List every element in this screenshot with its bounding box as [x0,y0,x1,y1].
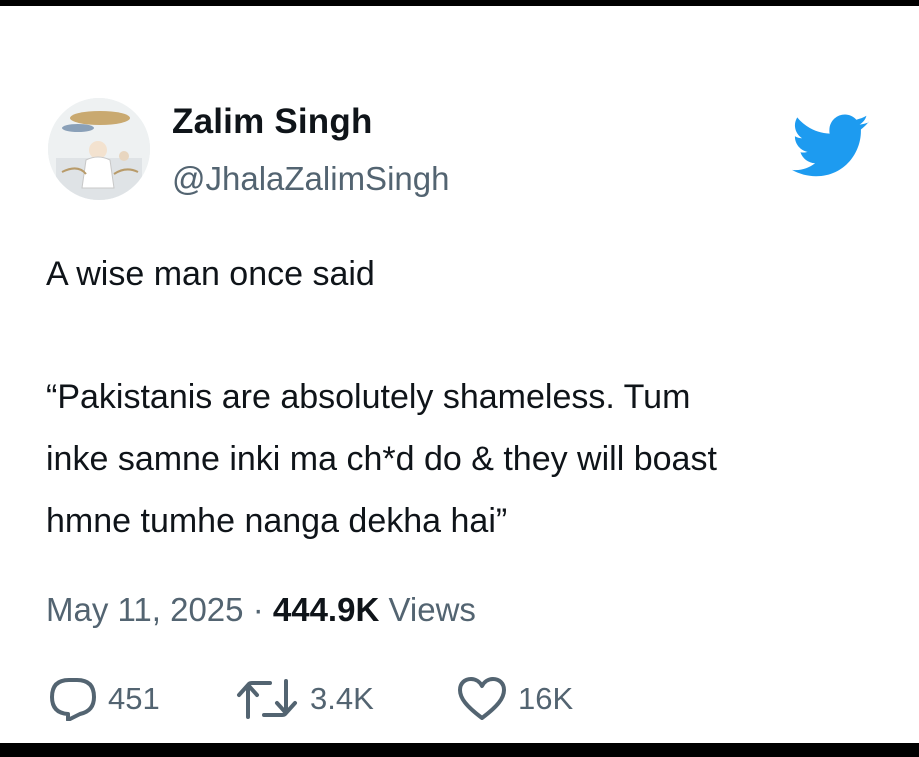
tweet-date[interactable]: May 11, 2025 [46,591,244,628]
retweet-icon [237,679,297,719]
meta-separator: · [252,591,264,628]
tweet-text-line: inke samne inki ma ch*d do & they will b… [46,440,717,478]
author-handle[interactable]: @JhalaZalimSingh [172,160,449,198]
tweet-text-line: “Pakistanis are absolutely shameless. Tu… [46,378,691,416]
like-button[interactable]: 16K [456,674,573,724]
tweet-text-line: hmne tumhe nanga dekha hai” [46,502,508,540]
views-label: Views [388,591,476,628]
like-count: 16K [518,681,574,716]
heart-icon [458,677,506,720]
author-display-name[interactable]: Zalim Singh [172,102,373,142]
retweet-count: 3.4K [310,681,374,716]
twitter-bird-icon [791,114,870,180]
retweet-button[interactable]: 3.4K [234,674,374,724]
tweet-card: Zalim Singh @JhalaZalimSingh A wise man … [0,6,919,743]
reply-button[interactable]: 451 [48,674,160,724]
avatar-image [48,98,150,200]
reply-count: 451 [108,681,160,716]
views-count: 444.9K [272,591,380,628]
tweet-text-line: A wise man once said [46,255,375,293]
tweet-meta: May 11, 2025 · 444.9K Views [46,591,476,629]
avatar[interactable] [48,98,150,200]
reply-icon [50,678,96,721]
